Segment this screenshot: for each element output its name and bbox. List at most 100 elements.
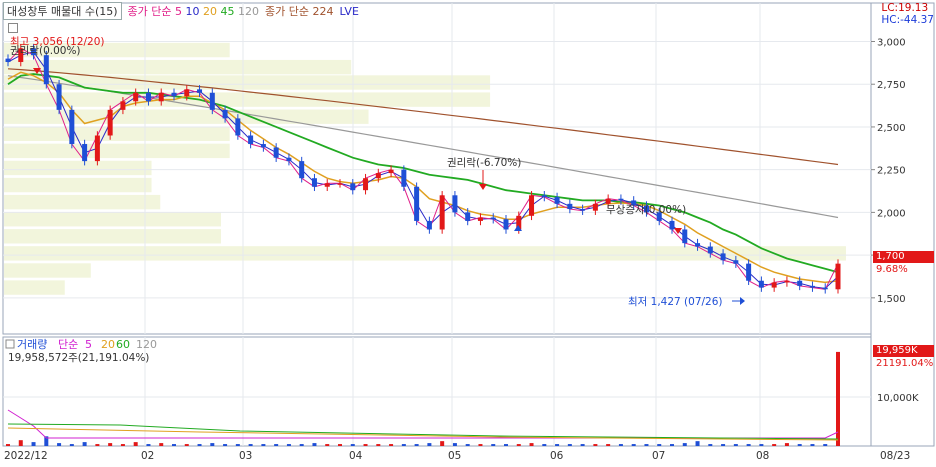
volume-bar (721, 444, 726, 446)
volume-bar (733, 444, 738, 446)
candle-body (248, 135, 254, 145)
volume-bar (759, 444, 764, 446)
volume-bar (516, 444, 521, 446)
candle-body (669, 220, 675, 230)
candle-body (720, 253, 726, 261)
candle-body (452, 195, 458, 213)
volume-bar (350, 444, 355, 446)
volume-bar (427, 443, 432, 446)
candle-body (235, 118, 241, 136)
ma-legend-120: 120 (238, 5, 260, 18)
volume-bar (631, 444, 636, 446)
price-tick-label: 2,000 (877, 208, 906, 219)
volume-bar (18, 440, 23, 446)
x-tick-label: 06 (550, 450, 564, 462)
volume-bar (580, 444, 585, 446)
candle-body (618, 198, 624, 201)
x-tick-label: 08 (756, 450, 769, 462)
volume-bar (286, 444, 291, 446)
candle-body (299, 161, 305, 179)
volume-bar (57, 443, 62, 446)
annotation-bonus: 무상증자(0.00%) (606, 204, 686, 216)
volume-bar (95, 444, 100, 446)
volume-bar (504, 444, 508, 446)
volume-bar (338, 444, 342, 446)
price-tick-label: 2,500 (877, 123, 906, 134)
candle-body (695, 243, 701, 247)
candle-body (209, 92, 215, 110)
candle-body (337, 183, 343, 185)
candle-body (822, 287, 828, 290)
candle-body (145, 92, 151, 102)
volume-bar (414, 444, 419, 446)
annotation-low: 최저 1,427 (07/26) (628, 296, 723, 308)
ma-legend-prefix: 종가 단순 (127, 5, 172, 18)
volume-bar (593, 444, 598, 446)
volume-bar (325, 444, 330, 446)
ma-legend-20: 20 (203, 5, 218, 18)
x-tick-label: 04 (349, 450, 363, 462)
volume-bar (644, 444, 649, 446)
volume-bar (210, 443, 215, 446)
volume-profile-bar (4, 212, 221, 227)
volume-bar (299, 444, 304, 446)
volume-bar (248, 444, 253, 446)
volume-bar (172, 444, 176, 446)
candle-body (809, 285, 815, 288)
volume-profile-bar (4, 194, 161, 210)
candle-body (56, 84, 62, 110)
candle-body (707, 246, 713, 254)
volume-bar (542, 444, 547, 446)
x-tick-label: 2022/12 (4, 450, 48, 462)
volume-pct-tag: 21191.04% (876, 358, 934, 369)
volume-bar (784, 443, 789, 446)
volume-tick-label: 10,000K (877, 393, 919, 404)
volume-bar (261, 444, 266, 446)
x-tick-label: 03 (239, 450, 252, 462)
x-tick-label: 05 (448, 450, 461, 462)
candle-body (554, 197, 560, 204)
lve-legend[interactable]: LVE (340, 5, 359, 18)
volume-bar (31, 442, 36, 446)
candle-body (426, 220, 432, 230)
stock-label[interactable]: 대성창투 매물대 수(15) (3, 2, 122, 20)
volume-legend-label: 거래량 (17, 338, 47, 351)
candle-body (324, 183, 330, 187)
candle-body (567, 203, 573, 209)
last-volume-tag: 19,959K (873, 345, 934, 357)
volume-bar (529, 443, 534, 446)
candle-body (401, 169, 407, 187)
volume-bar (6, 444, 10, 446)
ma224-legend[interactable]: 종가 단순 224 (265, 3, 333, 19)
volume-bar (618, 444, 623, 446)
volume-bar (567, 444, 572, 446)
ma-legend[interactable]: 종가 단순 5 10 20 45 120 (128, 3, 259, 19)
annotation-rights: 권리락(0.00%) (10, 45, 81, 57)
candle-body (797, 280, 803, 286)
volume-bar (120, 444, 125, 446)
volume-bar (146, 444, 151, 446)
candle-body (682, 229, 688, 244)
volume-bar (695, 441, 700, 446)
price-volume-chart: 3,0002,7502,5002,2502,0001,7501,50010,00… (2, 2, 935, 462)
candle-body (94, 135, 100, 162)
volume-bar (389, 444, 394, 446)
last-pct-tag: 9.68% (876, 264, 908, 275)
price-tick-label: 3,000 (877, 38, 906, 49)
volume-bar (312, 443, 317, 446)
volume-bar (274, 444, 279, 446)
volume-profile-bar (4, 280, 65, 295)
ma-legend-45: 45 (220, 5, 235, 18)
volume-profile-bar (4, 263, 91, 278)
candle-body (388, 169, 394, 174)
volume-bar (223, 444, 228, 446)
candle-body (286, 157, 292, 162)
candle-body (133, 92, 139, 102)
volume-bar (682, 443, 687, 446)
candle-body (758, 280, 764, 288)
volume-bar (235, 444, 240, 446)
candle-body (184, 89, 190, 97)
table-icon[interactable] (8, 23, 18, 33)
volume-bar (708, 444, 713, 446)
volume-profile-bar (4, 160, 152, 176)
